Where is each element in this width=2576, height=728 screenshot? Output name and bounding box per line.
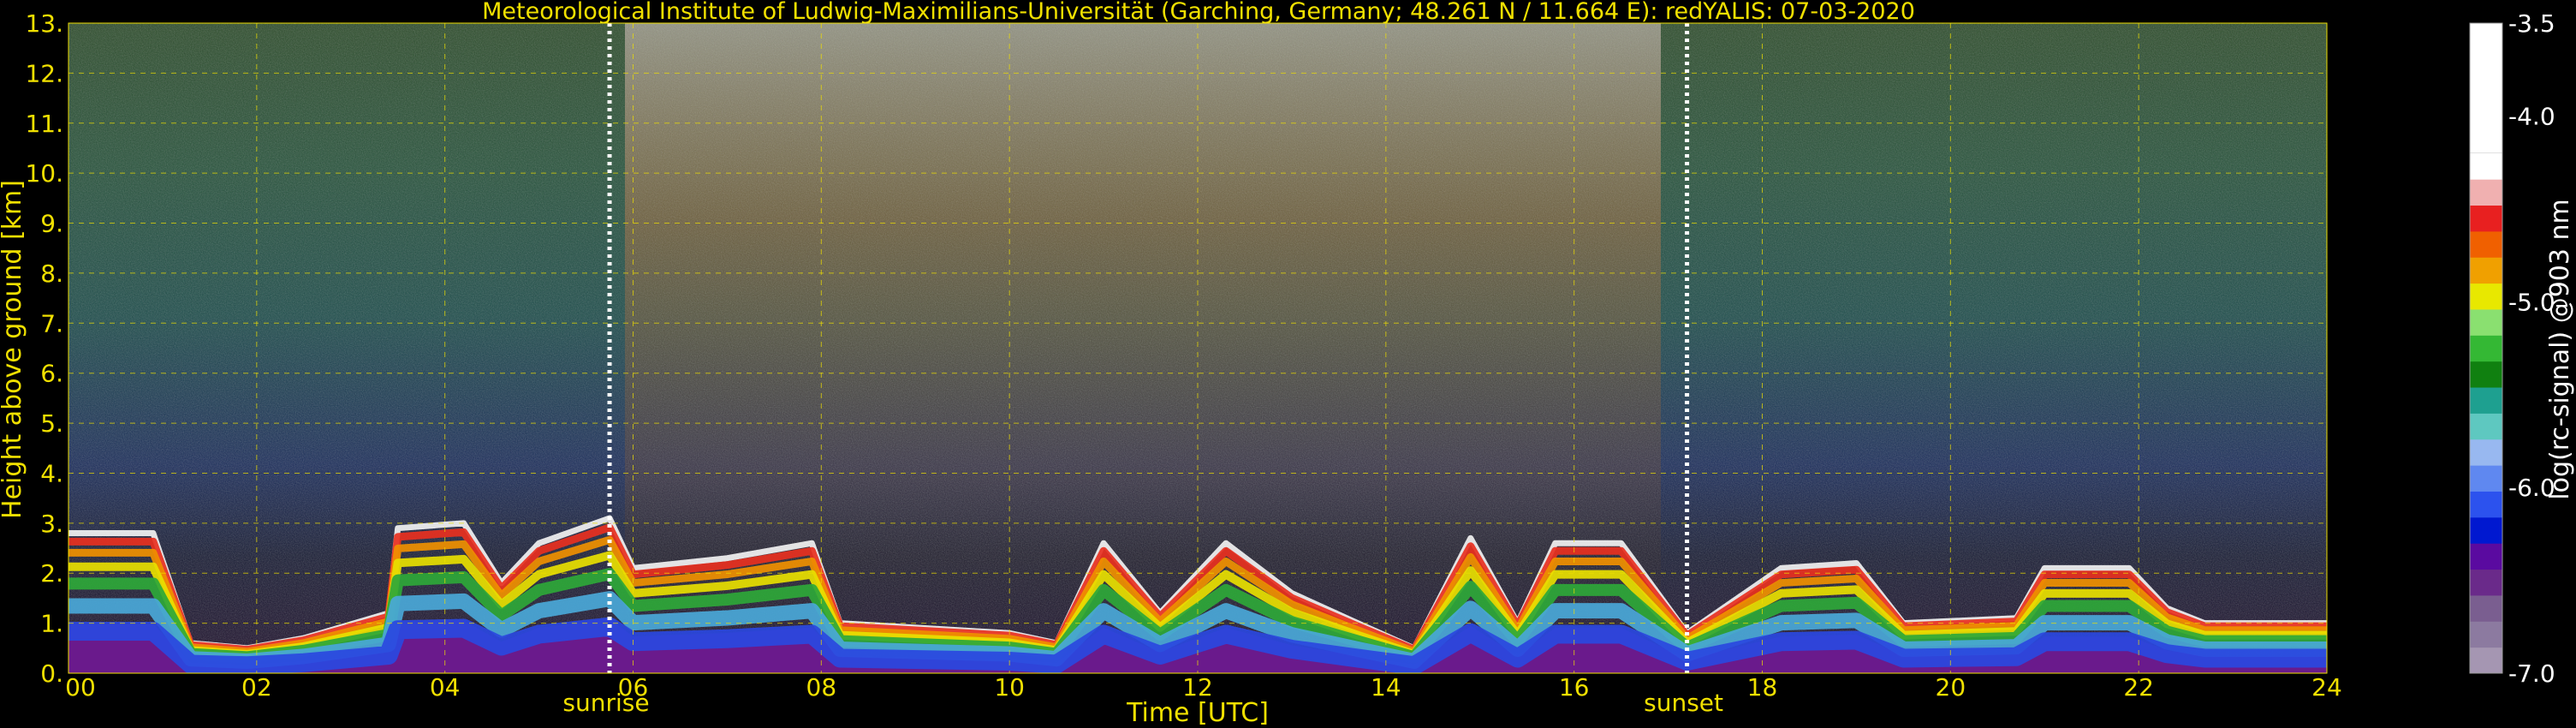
colorbar-band <box>2470 594 2502 622</box>
colorbar-band <box>2470 361 2502 388</box>
y-tick-label: 9. <box>40 210 63 238</box>
x-tick-label: 16 <box>1559 673 1590 701</box>
x-tick-label: 08 <box>806 673 837 701</box>
plot-area <box>68 23 2327 673</box>
colorbar-band <box>2470 647 2502 674</box>
colorbar-band <box>2470 152 2502 180</box>
colorbar-bands <box>2470 23 2502 674</box>
colorbar-band <box>2470 569 2502 596</box>
x-tick-label: 20 <box>1936 673 1966 701</box>
event-label-sunrise: sunrise <box>562 689 649 717</box>
colorbar-band <box>2470 543 2502 570</box>
y-tick-label: 13. <box>25 9 63 38</box>
colorbar-band <box>2470 439 2502 466</box>
y-tick-label: 11. <box>25 110 63 138</box>
y-tick-label: 0. <box>40 659 63 688</box>
colorbar-tick-label: -4.0 <box>2508 102 2555 130</box>
colorbar-band <box>2470 387 2502 414</box>
x-tick-label: 02 <box>241 673 272 701</box>
colorbar-band <box>2470 335 2502 362</box>
y-tick-label: 2. <box>40 559 63 588</box>
colorbar-band <box>2470 179 2502 206</box>
x-axis-label: Time [UTC] <box>1126 698 1269 728</box>
y-tick-label: 4. <box>40 459 63 487</box>
y-tick-label: 10. <box>25 159 63 188</box>
y-tick-labels: 0. 1. 2. 3. 4. 5. 6. 7. 8. 9. 10. 11. 12. 13. <box>25 9 63 688</box>
colorbar-band <box>2470 465 2502 492</box>
colorbar: -3.5-4.0-5.0-6.0-7.0 log(rc-signal) @903… <box>2469 9 2575 688</box>
y-tick-label: 7. <box>40 309 63 337</box>
lidar-quicklook-chart: Meteorological Institute of Ludwig-Maxim… <box>0 0 2575 728</box>
colorbar-band <box>2470 205 2502 232</box>
event-label-sunset: sunset <box>1644 689 1723 717</box>
colorbar-band <box>2470 23 2502 153</box>
chart-title: Meteorological Institute of Ludwig-Maxim… <box>482 0 1915 25</box>
colorbar-band <box>2470 413 2502 440</box>
x-tick-label: 22 <box>2123 673 2154 701</box>
colorbar-tick-label: -3.5 <box>2508 9 2555 38</box>
x-tick-label: 14 <box>1371 673 1401 701</box>
x-tick-label: 10 <box>994 673 1025 701</box>
x-tick-label: 00 <box>65 673 96 701</box>
colorbar-band <box>2470 516 2502 544</box>
y-tick-label: 1. <box>40 610 63 638</box>
y-tick-label: 3. <box>40 510 63 538</box>
colorbar-band <box>2470 257 2502 284</box>
y-tick-label: 5. <box>40 409 63 438</box>
colorbar-band <box>2470 491 2502 518</box>
colorbar-label: log(rc-signal) @903 nm <box>2545 199 2575 499</box>
y-axis-label: Height above ground [km] <box>0 180 27 519</box>
colorbar-tick-label: -7.0 <box>2508 659 2555 688</box>
y-tick-label: 12. <box>25 59 63 87</box>
x-tick-label: 24 <box>2311 673 2342 701</box>
y-tick-label: 6. <box>40 360 63 388</box>
x-tick-label: 18 <box>1747 673 1778 701</box>
y-tick-label: 8. <box>40 260 63 288</box>
colorbar-band <box>2470 230 2502 258</box>
colorbar-band <box>2470 308 2502 336</box>
colorbar-band <box>2470 621 2502 648</box>
colorbar-band <box>2470 283 2502 310</box>
x-tick-label: 04 <box>430 673 461 701</box>
